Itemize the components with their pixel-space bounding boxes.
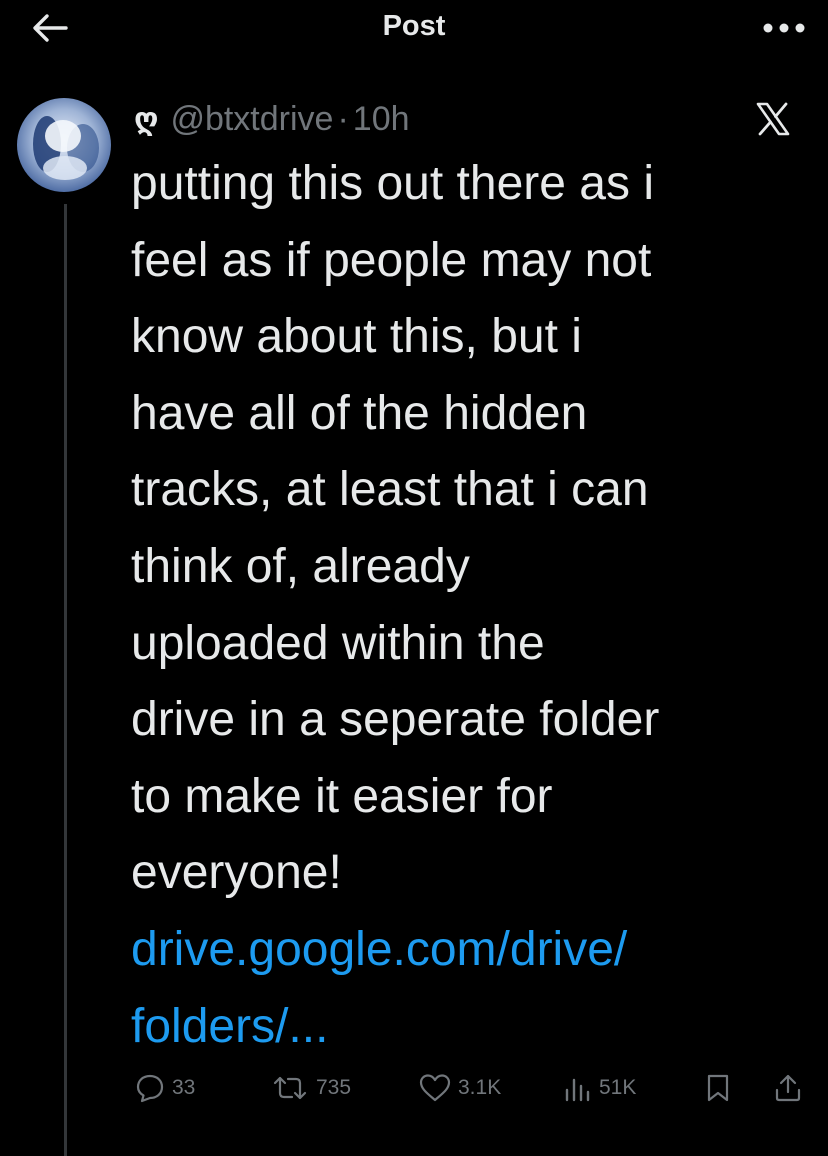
views-button[interactable]: 51K xyxy=(563,1072,636,1104)
thread-line xyxy=(64,204,67,1156)
bookmark-button[interactable] xyxy=(704,1072,732,1104)
post-link[interactable]: folders/... xyxy=(131,989,821,1066)
repost-count: 735 xyxy=(316,1076,352,1099)
more-horizontal-icon xyxy=(763,23,805,33)
post-text-line: to make it easier for xyxy=(131,769,553,823)
user-handle[interactable]: @btxtdrive xyxy=(170,100,333,139)
post-text-line: feel as if people may not xyxy=(131,233,652,287)
top-bar: Post xyxy=(0,0,828,60)
repost-icon xyxy=(273,1076,307,1100)
post-text-line: drive in a seperate folder xyxy=(131,693,660,747)
post-text-line: know about this, but i xyxy=(131,310,582,364)
share-icon xyxy=(775,1074,801,1102)
post-text-line: have all of the hidden xyxy=(131,386,588,440)
share-button[interactable] xyxy=(772,1072,804,1104)
more-button[interactable] xyxy=(758,10,810,46)
like-button[interactable]: 3.1K xyxy=(418,1072,501,1104)
post-text-line: uploaded within the xyxy=(131,616,545,670)
heart-icon xyxy=(419,1074,451,1102)
post-body: putting this out there as i feel as if p… xyxy=(131,146,821,1065)
reply-count: 33 xyxy=(172,1076,196,1099)
post-text-line: putting this out there as i xyxy=(131,157,654,210)
reply-icon xyxy=(136,1074,164,1103)
post-time[interactable]: 10h xyxy=(353,100,410,139)
avatar[interactable] xyxy=(17,98,111,192)
post-text-line: think of, already xyxy=(131,539,470,593)
post-link[interactable]: drive.google.com/drive/ xyxy=(131,912,821,989)
post-header: ღ @btxtdrive · 10h xyxy=(130,96,410,142)
page-title: Post xyxy=(382,10,446,42)
bookmark-icon xyxy=(707,1074,729,1102)
post-text-line: everyone! xyxy=(131,846,342,900)
reply-button[interactable]: 33 xyxy=(134,1072,195,1104)
x-logo-icon xyxy=(754,100,792,138)
separator-dot: · xyxy=(337,99,349,138)
analytics-icon xyxy=(565,1078,590,1102)
action-bar: 33 735 3.1K 51K xyxy=(0,1064,828,1112)
like-count: 3.1K xyxy=(458,1076,502,1099)
repost-button[interactable]: 735 xyxy=(270,1072,351,1104)
post-text-line: tracks, at least that i can xyxy=(131,463,649,517)
display-name[interactable]: ღ xyxy=(134,102,158,137)
view-count: 51K xyxy=(599,1076,637,1099)
